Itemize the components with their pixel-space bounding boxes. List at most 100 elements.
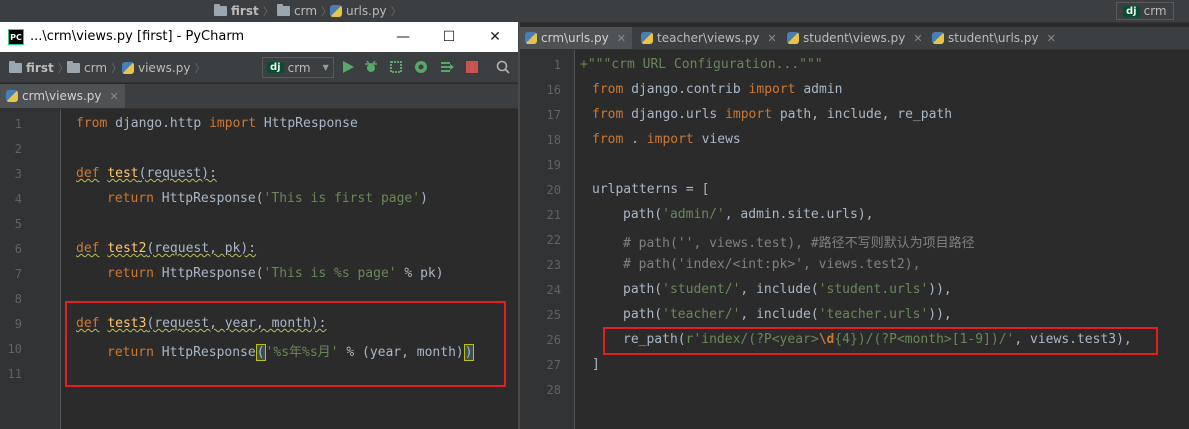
- python-file-icon: [641, 32, 653, 44]
- breadcrumb-crm[interactable]: crm 〉: [67, 60, 122, 76]
- right-editor-gutter: 1 16 17 18 19 20 21 22 23 24 25 26 27 28: [519, 50, 575, 429]
- search-icon[interactable]: [496, 60, 510, 74]
- breadcrumb-first-label: first: [26, 61, 54, 75]
- right-editor-tabs: crm\urls.py ✕ teacher\views.py ✕ student…: [519, 27, 1189, 50]
- line-number: 23: [546, 258, 561, 272]
- close-icon[interactable]: ✕: [1047, 32, 1056, 45]
- run-config-selector[interactable]: dj crm: [1116, 2, 1174, 20]
- background-navigation-bar: first 〉 crm 〉 urls.py 〉 dj crm: [0, 0, 1189, 23]
- breadcrumb-urls[interactable]: urls.py 〉: [330, 3, 402, 19]
- breadcrumb-first[interactable]: first 〉: [214, 3, 274, 19]
- line-number: 11: [7, 367, 22, 381]
- code-line: return HttpResponse('This is first page'…: [107, 191, 428, 206]
- line-number: 4: [14, 192, 22, 206]
- tab-label: student\views.py: [803, 31, 906, 45]
- highlight-box: [65, 301, 506, 387]
- highlight-box: [603, 327, 1158, 355]
- breadcrumb-urls-label: urls.py: [346, 4, 387, 18]
- line-number: 9: [14, 317, 22, 331]
- run-icon[interactable]: [341, 60, 355, 74]
- line-number: 27: [546, 358, 561, 372]
- left-code-editor[interactable]: from django.http import HttpResponse def…: [61, 109, 518, 429]
- breadcrumb-first-label: first: [231, 4, 259, 18]
- breadcrumb-separator: 〉: [390, 5, 402, 18]
- close-icon[interactable]: ✕: [617, 32, 626, 45]
- left-editor-tabs: crm\views.py ✕: [0, 84, 518, 109]
- breadcrumb-separator: 〉: [262, 5, 274, 18]
- breadcrumb-first[interactable]: first 〉: [9, 60, 69, 76]
- folder-icon: [277, 4, 290, 16]
- close-icon[interactable]: ✕: [767, 32, 776, 45]
- line-number: 26: [546, 333, 561, 347]
- line-number: 1: [14, 117, 22, 131]
- folder-icon: [214, 4, 227, 16]
- window-title: ...\crm\views.py [first] - PyCharm: [30, 29, 245, 44]
- tab-student-urls[interactable]: student\urls.py ✕: [926, 27, 1062, 49]
- line-number: 3: [14, 167, 22, 181]
- close-icon[interactable]: ✕: [913, 32, 922, 45]
- code-line: def test(request):: [76, 166, 217, 181]
- line-number: 2: [14, 142, 22, 156]
- code-line: from django.urls import path, include, r…: [592, 107, 953, 122]
- code-line: path('admin/', admin.site.urls),: [623, 207, 874, 222]
- tab-label: student\urls.py: [948, 31, 1039, 45]
- pycharm-window: PC ...\crm\views.py [first] - PyCharm — …: [0, 22, 520, 429]
- python-file-icon: [122, 62, 134, 74]
- build-icon[interactable]: [440, 60, 454, 74]
- close-icon[interactable]: ✕: [472, 22, 518, 52]
- right-code-editor[interactable]: +"""crm URL Configuration...""" from dja…: [575, 50, 1189, 429]
- run-config-label: crm: [1143, 4, 1167, 18]
- tab-label: teacher\views.py: [657, 31, 760, 45]
- minimize-icon[interactable]: —: [380, 22, 426, 52]
- breadcrumb-crm-label: crm: [294, 4, 318, 18]
- close-icon[interactable]: ✕: [109, 90, 118, 103]
- breadcrumb-crm-label: crm: [84, 61, 108, 75]
- line-number: 19: [546, 158, 561, 172]
- python-file-icon: [6, 90, 18, 102]
- pycharm-logo-icon: PC: [8, 29, 24, 45]
- line-number: 25: [546, 308, 561, 322]
- run-config-selector[interactable]: dj crm ▼: [262, 57, 334, 78]
- tab-label: crm\views.py: [22, 89, 102, 103]
- line-number: 17: [546, 108, 561, 122]
- code-line: path('student/', include('student.urls')…: [623, 282, 952, 297]
- tab-crm-urls[interactable]: crm\urls.py ✕: [519, 27, 632, 49]
- code-line: +"""crm URL Configuration...""": [580, 57, 823, 72]
- line-number: 22: [546, 233, 561, 247]
- breadcrumb-views[interactable]: views.py 〉: [122, 60, 205, 76]
- debug-icon[interactable]: [364, 60, 378, 74]
- line-number: 16: [546, 83, 561, 97]
- code-line: ]: [592, 357, 600, 372]
- python-file-icon: [932, 32, 944, 44]
- breadcrumb-crm[interactable]: crm 〉: [277, 3, 332, 19]
- stop-icon[interactable]: [465, 60, 479, 74]
- coverage-icon[interactable]: [389, 60, 403, 74]
- code-line: urlpatterns = [: [592, 182, 710, 197]
- django-icon: dj: [1123, 5, 1140, 17]
- python-file-icon: [525, 32, 537, 44]
- line-number: 28: [546, 383, 561, 397]
- code-line: from django.http import HttpResponse: [76, 116, 358, 131]
- window-title-bar: PC ...\crm\views.py [first] - PyCharm — …: [0, 22, 518, 52]
- line-number: 20: [546, 183, 561, 197]
- folder-icon: [9, 61, 22, 73]
- code-line: path('teacher/', include('teacher.urls')…: [623, 307, 952, 322]
- tab-crm-views[interactable]: crm\views.py ✕: [0, 84, 125, 108]
- maximize-icon[interactable]: ☐: [426, 22, 472, 52]
- breadcrumb-separator: 〉: [111, 62, 123, 75]
- line-number: 10: [7, 342, 22, 356]
- python-file-icon: [330, 5, 342, 17]
- breadcrumb-views-label: views.py: [138, 61, 191, 75]
- code-line: from . import views: [592, 132, 741, 147]
- tab-teacher-views[interactable]: teacher\views.py ✕: [635, 27, 783, 49]
- code-line: return HttpResponse('This is %s page' % …: [107, 266, 444, 281]
- line-number: 5: [14, 217, 22, 231]
- breadcrumb-separator: 〉: [194, 62, 206, 75]
- line-number: 1: [553, 58, 561, 72]
- tab-student-views[interactable]: student\views.py ✕: [781, 27, 929, 49]
- run-config-label: crm: [287, 60, 311, 75]
- tab-label: crm\urls.py: [541, 31, 609, 45]
- profile-icon[interactable]: [414, 60, 428, 74]
- folder-icon: [67, 61, 80, 73]
- line-number: 7: [14, 267, 22, 281]
